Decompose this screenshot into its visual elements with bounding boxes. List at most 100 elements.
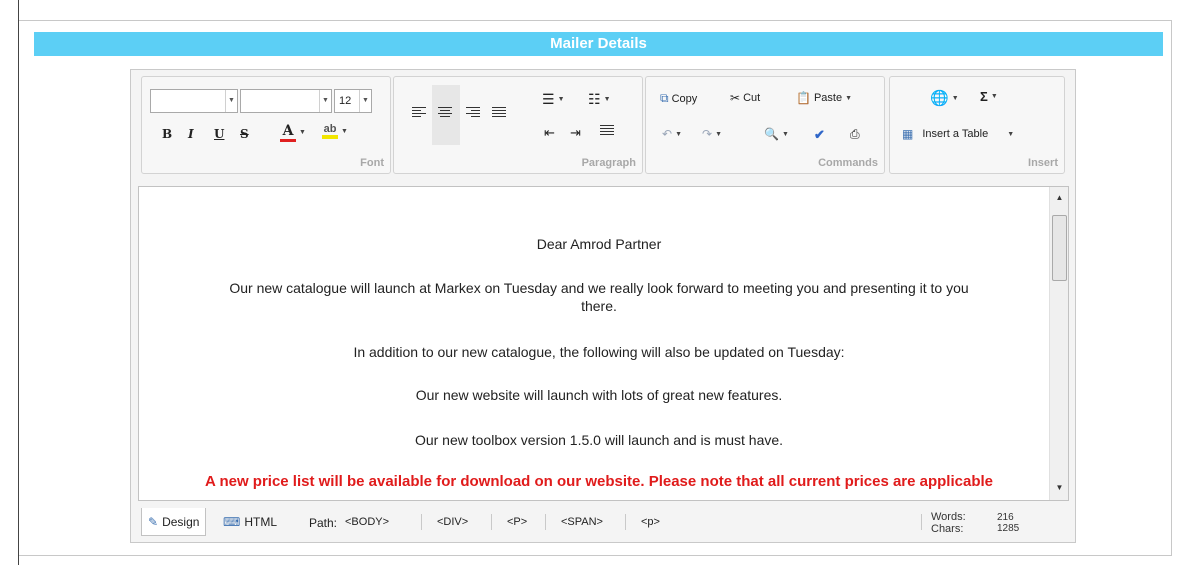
greeting-line: Dear Amrod Partner (536, 236, 662, 252)
paragraph-format-icon (600, 123, 614, 137)
html-mode-tab[interactable]: ⌨ HTML (217, 508, 283, 536)
paragraph-group: ☰ ▼ ☷ ▼ ⇤ ⇥ Paragraph (393, 76, 643, 174)
chevron-down-icon: ▼ (299, 129, 306, 136)
paragraph-line: In addition to our new catalogue, the fo… (353, 344, 845, 360)
font-color-button[interactable]: A ▼ (280, 123, 306, 142)
sigma-icon: Σ (980, 89, 988, 104)
numbered-list-button[interactable]: ☷ ▼ (588, 91, 611, 108)
align-left-icon (412, 105, 426, 119)
warning-line: A new price list will be available for d… (205, 473, 993, 490)
chevron-down-icon: ▼ (781, 130, 789, 138)
chars-label: Chars: (931, 523, 964, 535)
chevron-down-icon: ▼ (990, 93, 998, 100)
paste-icon: 📋 (796, 91, 811, 105)
editor-content-area[interactable]: Dear Amrod Partner Our new catalogue wil… (138, 186, 1069, 501)
design-pencil-icon: ✎ (148, 514, 159, 529)
indent-icon: ⇥ (570, 125, 581, 140)
editor-footer: ✎ Design ⌨ HTML Path: <BODY> <DIV> <P> <… (131, 506, 1075, 542)
undo-icon: ↶ (662, 127, 673, 141)
align-left-button[interactable] (412, 105, 426, 119)
insert-table-button[interactable]: ▦ Insert a Table ▼ (902, 127, 1014, 141)
path-separator (421, 514, 422, 530)
font-color-icon: A (280, 123, 296, 142)
chevron-down-icon: ▼ (557, 96, 565, 103)
html-code-icon: ⌨ (223, 515, 241, 529)
spellcheck-icon: ✔ (814, 127, 825, 142)
redo-button[interactable]: ↷ ▼ (702, 127, 722, 141)
print-button[interactable]: ⎙ (850, 127, 860, 142)
scroll-up-icon[interactable]: ▲ (1050, 193, 1068, 202)
undo-button[interactable]: ↶ ▼ (662, 127, 682, 141)
paragraph-format-button[interactable] (600, 123, 614, 137)
section-header: Mailer Details (34, 32, 1163, 56)
font-style-select[interactable]: ▼ (240, 89, 332, 113)
insert-group: 🌐 ▼ Σ ▼ ▦ Insert a Table ▼ Insert (889, 76, 1065, 174)
magnifier-icon: 🔍 (764, 127, 779, 141)
chars-count: 1285 (997, 523, 1020, 534)
chevron-down-icon: ▼ (225, 90, 237, 112)
font-group: ▼ ▼ 12 ▼ B I U S A ▼ ab ▼ Font (141, 76, 391, 174)
design-mode-tab[interactable]: ✎ Design (141, 508, 207, 536)
font-group-label: Font (360, 157, 384, 169)
highlight-icon: ab (322, 123, 338, 139)
bullet-list-button[interactable]: ☰ ▼ (542, 91, 565, 108)
cut-icon: ✂ (730, 91, 741, 105)
scroll-down-icon[interactable]: ▼ (1050, 483, 1068, 492)
strikethrough-button[interactable]: S (240, 127, 249, 141)
outdent-icon: ⇤ (544, 125, 555, 140)
copy-button[interactable]: ⧉ Copy (660, 91, 697, 106)
scroll-thumb[interactable] (1052, 215, 1067, 281)
path-label: Path: (309, 516, 338, 530)
italic-button[interactable]: I (188, 127, 194, 141)
chevron-down-icon: ▼ (603, 96, 611, 103)
numbered-list-icon: ☷ (588, 91, 601, 107)
stats-separator (921, 514, 922, 530)
path-crumb-p[interactable]: <P> (507, 516, 527, 528)
path-crumb-p-lower[interactable]: <p> (641, 516, 660, 528)
chevron-down-icon: ▼ (359, 90, 371, 112)
rich-text-editor: ▼ ▼ 12 ▼ B I U S A ▼ ab ▼ Font ☰ ▼ ☷ ▼ ⇤… (130, 69, 1076, 543)
copy-icon: ⧉ (660, 91, 669, 105)
vertical-scrollbar[interactable]: ▲ ▼ (1049, 187, 1068, 500)
document-body[interactable]: Dear Amrod Partner Our new catalogue wil… (139, 187, 1050, 500)
path-separator (625, 514, 626, 530)
paste-button[interactable]: 📋 Paste ▼ (796, 91, 852, 105)
editor-ribbon: ▼ ▼ 12 ▼ B I U S A ▼ ab ▼ Font ☰ ▼ ☷ ▼ ⇤… (131, 70, 1075, 182)
paragraph-line: Our new catalogue will launch at Markex … (229, 280, 969, 296)
bullet-list-icon: ☰ (542, 91, 555, 107)
path-crumb-body[interactable]: <BODY> (345, 516, 389, 528)
indent-button[interactable]: ⇥ (570, 125, 581, 141)
chevron-down-icon: ▼ (1007, 130, 1015, 138)
align-right-icon (466, 105, 480, 119)
paragraph-line: Our new toolbox version 1.5.0 will launc… (414, 432, 784, 448)
table-icon: ▦ (902, 127, 914, 141)
underline-button[interactable]: U (214, 127, 224, 141)
cut-button[interactable]: ✂ Cut (730, 91, 760, 105)
symbol-button[interactable]: Σ ▼ (980, 89, 998, 104)
chevron-down-icon: ▼ (715, 130, 722, 138)
globe-link-icon: 🌐 (930, 90, 949, 107)
find-button[interactable]: 🔍 ▼ (764, 127, 789, 141)
path-separator (545, 514, 546, 530)
words-count: 216 (997, 512, 1014, 523)
hyperlink-button[interactable]: 🌐 ▼ (930, 89, 959, 107)
highlight-button[interactable]: ab ▼ (322, 123, 348, 139)
bold-button[interactable]: B (162, 127, 172, 141)
insert-group-label: Insert (1028, 157, 1058, 169)
align-center-icon (438, 105, 452, 119)
commands-group: ⧉ Copy ✂ Cut 📋 Paste ▼ ↶ ▼ ↷ ▼ 🔍 ▼ ✔ ⎙ C… (645, 76, 885, 174)
chevron-down-icon: ▼ (341, 127, 348, 135)
justify-button[interactable] (492, 105, 506, 119)
chevron-down-icon: ▼ (319, 90, 331, 112)
font-size-select[interactable]: 12 ▼ (334, 89, 372, 113)
font-family-select[interactable]: ▼ (150, 89, 238, 113)
path-crumb-div[interactable]: <DIV> (437, 516, 468, 528)
align-center-button[interactable] (438, 105, 452, 119)
paragraph-line: Our new website will launch with lots of… (415, 387, 783, 403)
spellcheck-button[interactable]: ✔ (814, 127, 825, 143)
align-right-button[interactable] (466, 105, 480, 119)
justify-icon (492, 105, 506, 119)
printer-icon: ⎙ (850, 127, 860, 141)
outdent-button[interactable]: ⇤ (544, 125, 555, 141)
path-crumb-span[interactable]: <SPAN> (561, 516, 603, 528)
